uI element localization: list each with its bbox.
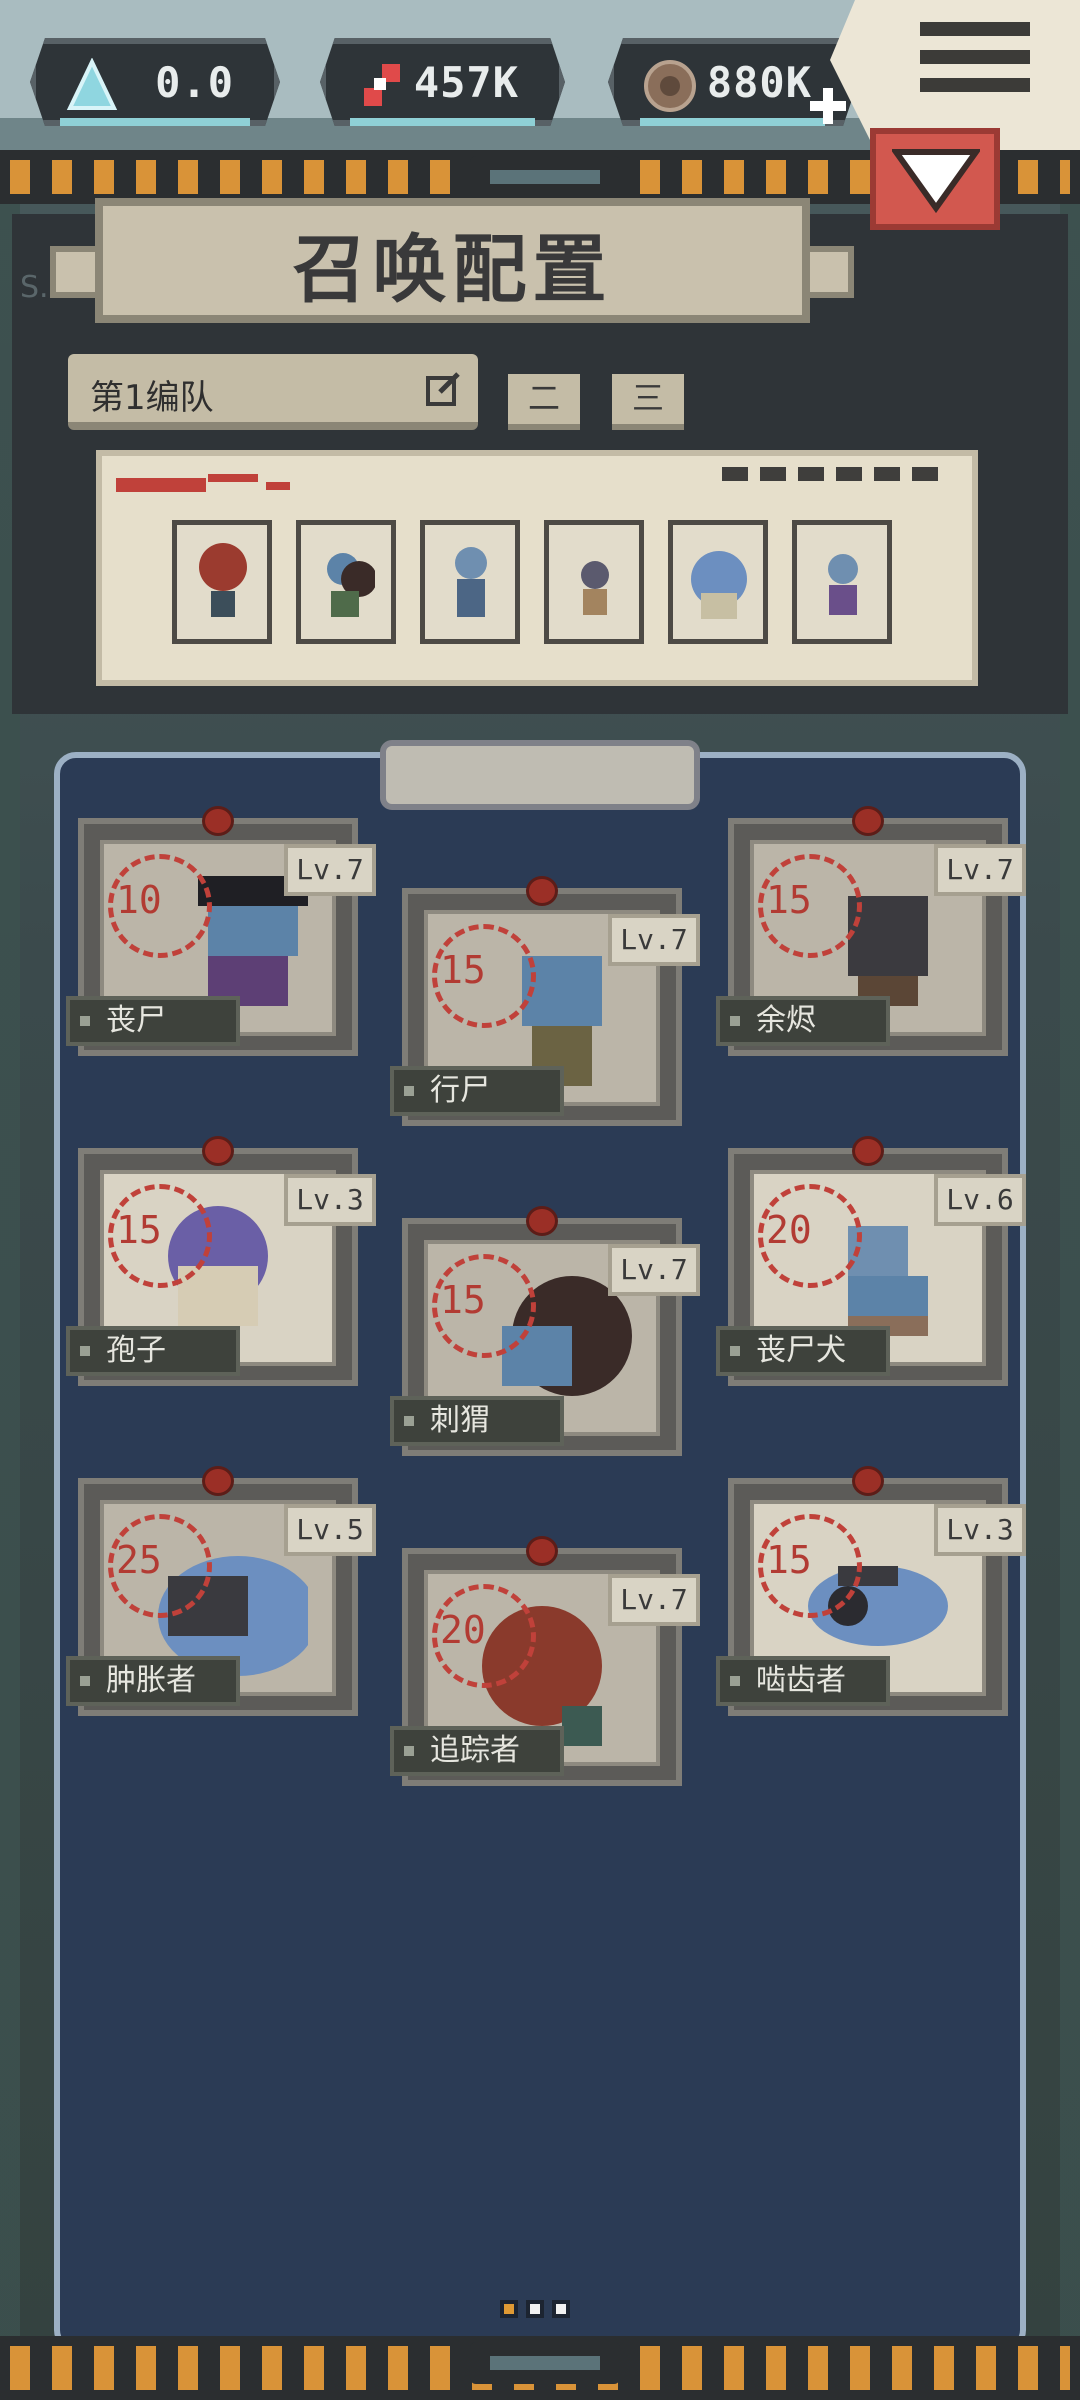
card-name: 追踪者 [390,1726,564,1776]
team-tab-2[interactable]: 二 [508,374,580,430]
board-handle[interactable] [380,740,700,810]
unit-sprite [455,547,487,617]
drawer-handle[interactable] [470,2342,620,2384]
card-name: 余烬 [716,996,890,1046]
unit-card-gnawer[interactable]: 15 Lv.3 啮齿者 [716,1466,1026,1716]
card-pin [852,806,884,836]
unit-card-zombie-dog[interactable]: 20 Lv.6 丧尸犬 [716,1136,1026,1386]
team-tab-3[interactable]: 三 [612,374,684,430]
resource-crystal-value: 0.0 [155,58,234,107]
card-level: Lv.7 [934,844,1026,896]
card-pin [202,1466,234,1496]
resource-crystal[interactable]: 0.0 [30,38,280,126]
card-name: 丧尸犬 [716,1326,890,1376]
unit-sprite [327,553,375,617]
card-name: 孢子 [66,1326,240,1376]
unit-card-zombie[interactable]: 10 Lv.7 丧尸 [66,806,376,1056]
resource-gene[interactable]: 457K [320,38,565,126]
roster-slot-1[interactable] [172,520,272,644]
unit-sprite [691,551,747,619]
card-pin [852,1136,884,1166]
card-pin [526,876,558,906]
hazard-stripe-bottom [0,2336,1080,2400]
roster-slot-6[interactable] [792,520,892,644]
card-cost: 15 [766,1538,812,1582]
plus-icon[interactable] [808,86,848,126]
card-pin [526,1206,558,1236]
card-level: Lv.7 [608,1244,700,1296]
card-name: 行尸 [390,1066,564,1116]
resource-underline [350,118,535,126]
card-cost: 10 [116,878,162,922]
collapse-button[interactable] [870,128,1000,230]
unit-sprite [199,543,247,617]
card-cost: 25 [116,1538,162,1582]
team-selector[interactable]: 第1编队 [68,354,478,430]
page-title: 召唤配置 [292,227,613,313]
roster-slot-5[interactable] [668,520,768,644]
card-cost: 20 [766,1208,812,1252]
card-cost: 15 [440,1278,486,1322]
card-level: Lv.3 [934,1504,1026,1556]
roster-slot-3[interactable] [420,520,520,644]
roster-indicator [722,466,950,485]
unit-card-bloater[interactable]: 25 Lv.5 肿胀者 [66,1466,376,1716]
card-level: Lv.7 [608,914,700,966]
card-cost: 20 [440,1608,486,1652]
roster-decoration [116,474,290,492]
card-level: Lv.7 [284,844,376,896]
unit-card-hedgehog[interactable]: 15 Lv.7 刺猬 [390,1206,700,1456]
card-cost: 15 [440,948,486,992]
card-pin [202,1136,234,1166]
card-name: 啮齿者 [716,1656,890,1706]
edit-icon[interactable] [422,368,464,410]
card-name: 肿胀者 [66,1656,240,1706]
card-pin [202,806,234,836]
unit-card-tracker[interactable]: 20 Lv.7 追踪者 [390,1536,700,1786]
unit-card-walker[interactable]: 15 Lv.7 行尸 [390,876,700,1126]
resource-underline [640,118,825,126]
unit-sprite [828,554,858,615]
drawer-handle[interactable] [470,156,620,198]
card-level: Lv.5 [284,1504,376,1556]
page-dot-1[interactable] [500,2300,518,2318]
chevron-down-icon [892,149,980,214]
unit-card-spore[interactable]: 15 Lv.3 孢子 [66,1136,376,1386]
roster-slot-4[interactable] [544,520,644,644]
unit-sprite [581,561,609,615]
card-name: 刺猬 [390,1396,564,1446]
card-cost: 15 [766,878,812,922]
card-level: Lv.3 [284,1174,376,1226]
card-cost: 15 [116,1208,162,1252]
crystal-icon [66,58,118,110]
page-indicator [500,2300,578,2322]
team-name: 第1编队 [90,378,214,418]
hamburger-menu-icon[interactable] [920,22,1030,102]
card-level: Lv.6 [934,1174,1026,1226]
page-dot-2[interactable] [526,2300,544,2318]
unit-card-ember[interactable]: 15 Lv.7 余烬 [716,806,1026,1056]
gene-icon [364,64,400,106]
card-level: Lv.7 [608,1574,700,1626]
coin-icon [644,60,696,112]
page-dot-3[interactable] [552,2300,570,2318]
roster-slot-2[interactable] [296,520,396,644]
card-pin [852,1466,884,1496]
resource-coin-value: 880K [706,58,812,107]
card-name: 丧尸 [66,996,240,1046]
resource-underline [60,118,250,126]
card-pin [526,1536,558,1566]
resource-gene-value: 457K [413,58,519,107]
